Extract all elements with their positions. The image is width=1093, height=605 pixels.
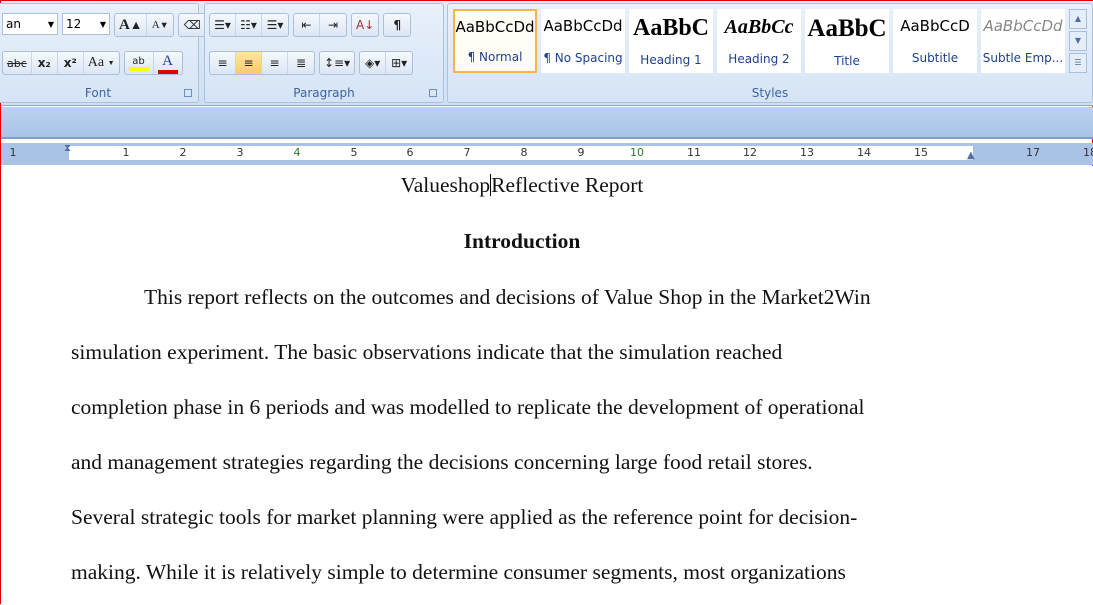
paragraph-line: making. While it is relatively simple to… xyxy=(71,560,846,584)
styles-group-label: Styles xyxy=(751,86,789,100)
ruler-label: 17 xyxy=(1026,146,1040,159)
highlight-button[interactable]: ab xyxy=(125,52,154,74)
styles-gallery: AaBbCcDd ¶ Normal AaBbCcDd ¶ No Spacing Aa… xyxy=(453,9,1065,73)
increase-indent-icon[interactable]: ⇥ xyxy=(320,14,346,36)
numbering-icon[interactable]: ☷▾ xyxy=(236,14,262,36)
ribbon: an ▼ 12 ▼ A ▲ A ▼ ⌫ abc x₂ x² Aa ▼ ab A Font ☰▾ ☷▾… xyxy=(0,1,1093,106)
ruler-label: 2 xyxy=(179,146,187,159)
font-size-value: 12 xyxy=(66,17,82,31)
decrease-indent-icon[interactable]: ⇤ xyxy=(294,14,320,36)
ruler-label: 15 xyxy=(914,146,928,159)
style-heading-2[interactable]: AaBbCc Heading 2 xyxy=(717,9,801,73)
styles-scroll-down-icon[interactable]: ▼ xyxy=(1069,31,1087,51)
paragraph-line: and management strategies regarding the … xyxy=(71,450,813,474)
style-title[interactable]: AaBbC Title xyxy=(805,9,889,73)
ruler-label: 6 xyxy=(406,146,414,159)
align-left-icon[interactable]: ≡ xyxy=(210,52,236,74)
show-formatting-icon[interactable]: ¶ xyxy=(384,14,410,36)
styles-scroll: ▲ ▼ ☰ xyxy=(1069,9,1087,73)
ruler-label: 13 xyxy=(800,146,814,159)
justify-icon[interactable]: ≣ xyxy=(288,52,314,74)
ruler-label: 12 xyxy=(743,146,757,159)
ruler-label: 11 xyxy=(687,146,701,159)
font-name-value: an xyxy=(6,17,21,31)
ruler-label: 1 xyxy=(9,146,17,159)
grow-font-button[interactable]: A ▲ xyxy=(115,14,148,36)
ruler-label: 9 xyxy=(577,146,585,159)
clear-formatting-icon[interactable]: ⌫ xyxy=(179,14,205,36)
align-center-icon[interactable]: ≡ xyxy=(236,52,262,74)
ruler-label: 14 xyxy=(857,146,871,159)
multilevel-list-icon[interactable]: ☰▾ xyxy=(262,14,288,36)
paragraph-line: Several strategic tools for market plann… xyxy=(71,505,858,529)
paragraph-group: ☰▾ ☷▾ ☰▾ ⇤ ⇥ A↓ ¶ ≡ ≡ ≡ ≣ ↕≡▾ ◈▾ ⊞▾ Paragraph xyxy=(204,3,444,103)
paragraph-line: completion phase in 6 periods and was mo… xyxy=(71,395,865,419)
paragraph-group-label: Paragraph xyxy=(293,86,355,100)
ruler-label: 8 xyxy=(520,146,528,159)
style-heading-1[interactable]: AaBbC Heading 1 xyxy=(629,9,713,73)
paragraph-dialog-launcher[interactable] xyxy=(429,89,437,97)
section-heading: Introduction xyxy=(463,229,581,253)
right-indent-marker-icon[interactable]: ▲ xyxy=(967,150,975,161)
borders-icon[interactable]: ⊞▾ xyxy=(386,52,412,74)
styles-scroll-up-icon[interactable]: ▲ xyxy=(1069,9,1087,29)
ruler-label: 4 xyxy=(293,146,301,159)
ruler-label: 1 xyxy=(122,146,130,159)
font-group: an ▼ 12 ▼ A ▲ A ▼ ⌫ abc x₂ x² Aa ▼ ab A Font xyxy=(0,3,207,103)
indent-marker-icon[interactable]: ⧗ xyxy=(64,143,75,165)
ruler-label: 7 xyxy=(463,146,471,159)
bullets-icon[interactable]: ☰▾ xyxy=(210,14,236,36)
ruler-label: 3 xyxy=(236,146,244,159)
font-color-button[interactable]: A xyxy=(154,52,182,74)
font-size-dropdown[interactable]: 12 ▼ xyxy=(62,13,110,35)
style-no-spacing[interactable]: AaBbCcDd ¶ No Spacing xyxy=(541,9,625,73)
shading-icon[interactable]: ◈▾ xyxy=(360,52,387,74)
style-subtle-emphasis[interactable]: AaBbCcDd Subtle Emp... xyxy=(981,9,1065,73)
ruler-label: 10 xyxy=(630,146,644,159)
align-right-icon[interactable]: ≡ xyxy=(262,52,288,74)
subscript-button[interactable]: x₂ xyxy=(32,52,58,74)
document-title: ValueshopReflective Report xyxy=(400,173,644,197)
shrink-font-button[interactable]: A ▼ xyxy=(147,14,173,36)
change-case-button[interactable]: Aa ▼ xyxy=(84,52,119,74)
font-group-label: Font xyxy=(84,86,112,100)
strikethrough-button[interactable]: abc xyxy=(3,52,32,74)
style-subtitle[interactable]: AaBbCcD Subtitle xyxy=(893,9,977,73)
superscript-button[interactable]: x² xyxy=(58,52,84,74)
ruler-label: 18 xyxy=(1083,146,1093,159)
ruler-label: 5 xyxy=(350,146,358,159)
ribbon-bottom-bar xyxy=(1,107,1093,139)
sort-icon[interactable]: A↓ xyxy=(352,14,378,36)
paragraph-line: This report reflects on the outcomes and… xyxy=(144,285,871,309)
font-dialog-launcher[interactable] xyxy=(184,89,192,97)
line-spacing-icon[interactable]: ↕≡▾ xyxy=(320,52,354,74)
document-page[interactable]: ValueshopReflective Report Introduction … xyxy=(1,166,1093,605)
font-name-dropdown[interactable]: an ▼ xyxy=(2,13,58,35)
style-normal[interactable]: AaBbCcDd ¶ Normal xyxy=(453,9,537,73)
horizontal-ruler[interactable]: 11234567891011121314151718 ⧗ ▲ xyxy=(1,143,1093,165)
paragraph-line: simulation experiment. The basic observa… xyxy=(71,340,783,364)
styles-more-icon[interactable]: ☰ xyxy=(1069,53,1087,73)
